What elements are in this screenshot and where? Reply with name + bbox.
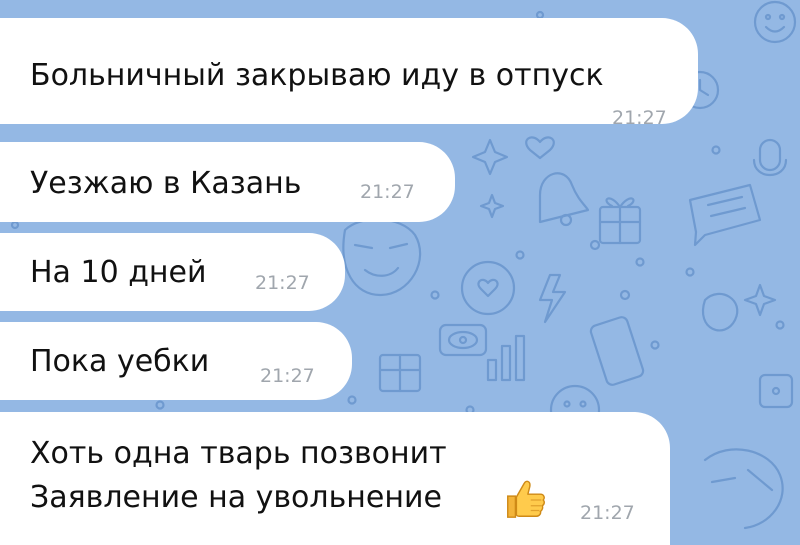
message-time: 21:27 — [612, 107, 667, 129]
gift-icon — [598, 197, 642, 245]
message-time: 21:27 — [260, 365, 315, 387]
lightning-icon — [538, 273, 567, 324]
message-bubble[interactable]: Хоть одна тварь позвонит Заявление на ув… — [0, 412, 670, 545]
microphone-icon — [752, 138, 788, 176]
thumbs-up-icon — [507, 480, 545, 518]
blob-icon — [702, 292, 739, 332]
cat-doodle-icon — [703, 448, 784, 530]
bell-icon — [538, 172, 590, 227]
message-text-line: Заявление на увольнение — [30, 480, 442, 515]
message-text: Пока уебки — [30, 344, 210, 379]
message-text: Уезжаю в Казань — [30, 166, 302, 201]
message-time: 21:27 — [255, 272, 310, 294]
bar-chart-icon — [486, 334, 526, 382]
heart-icon — [525, 136, 555, 160]
smile-icon — [753, 0, 797, 44]
message-time: 21:27 — [580, 502, 635, 524]
eye-icon — [438, 323, 488, 357]
gift-icon — [378, 353, 422, 393]
phone-icon — [589, 316, 645, 386]
chat-bubble-icon — [688, 183, 762, 247]
message-text: На 10 дней — [30, 255, 207, 290]
message-time: 21:27 — [360, 181, 415, 203]
heart-bubble-icon — [460, 260, 516, 316]
message-bubble[interactable]: Пока уебки 21:27 — [0, 322, 352, 400]
sparkle-icon — [743, 283, 777, 317]
cat-doodle-icon — [342, 218, 422, 297]
message-bubble[interactable]: На 10 дней 21:27 — [0, 233, 345, 311]
message-text-line: Хоть одна тварь позвонит — [30, 436, 447, 471]
message-text: Больничный закрываю иду в отпуск — [30, 58, 604, 93]
sparkle-icon — [471, 138, 509, 176]
message-bubble[interactable]: Больничный закрываю иду в отпуск 21:27 — [0, 18, 698, 129]
message-bubble[interactable]: Уезжаю в Казань 21:27 — [0, 142, 455, 222]
sparkle-icon — [479, 193, 505, 219]
dice-icon — [758, 373, 794, 409]
